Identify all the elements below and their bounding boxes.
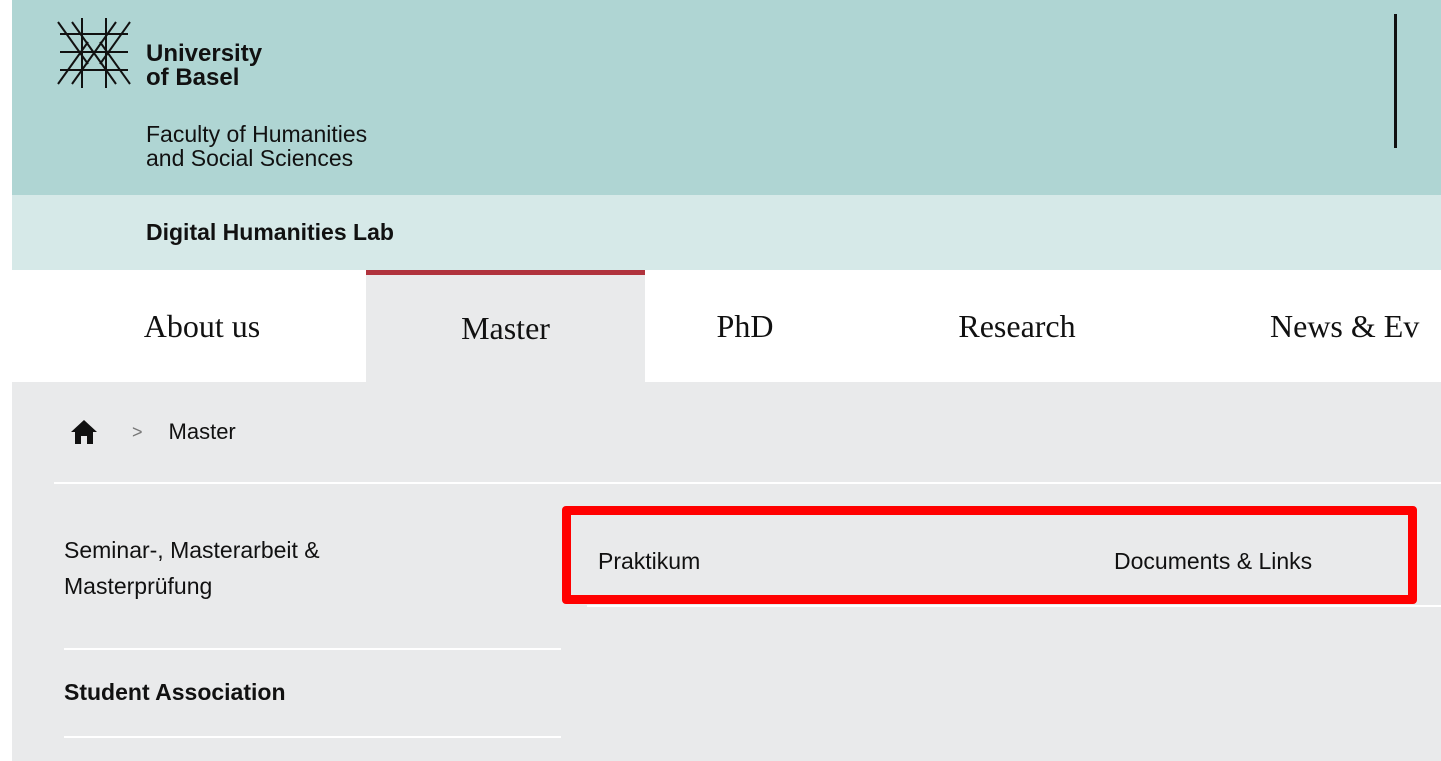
nav-item-phd[interactable]: PhD xyxy=(645,270,845,382)
page-frame: University of Basel Faculty of Humanitie… xyxy=(12,0,1441,761)
highlight-annotation-box xyxy=(562,506,1417,604)
sidebar-divider xyxy=(64,648,561,650)
university-name-line2: of Basel xyxy=(146,64,240,91)
site-header: University of Basel Faculty of Humanitie… xyxy=(12,0,1441,195)
main-navigation: About us Master PhD Research News & Ev xyxy=(12,270,1441,382)
faculty-name[interactable]: Faculty of Humanities and Social Science… xyxy=(146,122,367,170)
breadcrumb-current: Master xyxy=(168,419,236,444)
breadcrumb-separator: > xyxy=(132,421,143,442)
nav-item-research[interactable]: Research xyxy=(892,270,1142,382)
lab-name-link[interactable]: Digital Humanities Lab xyxy=(146,219,394,246)
sidebar-item-label-line1: Seminar-, Masterarbeit & xyxy=(64,537,320,563)
sidebar-item-seminar-masterarbeit[interactable]: Seminar-, Masterarbeit & Masterprüfung xyxy=(64,532,560,604)
university-logo[interactable] xyxy=(54,12,134,102)
nav-item-master[interactable]: Master xyxy=(366,270,645,382)
university-name-line1: University xyxy=(146,40,263,67)
sidebar-divider xyxy=(64,736,561,738)
home-icon[interactable] xyxy=(70,419,98,445)
subnav-divider xyxy=(587,605,1441,607)
university-name[interactable]: University of Basel xyxy=(146,42,262,90)
header-divider xyxy=(1394,14,1397,148)
nav-item-about-us[interactable]: About us xyxy=(70,270,334,382)
main-content: > Master Seminar-, Masterarbeit & Master… xyxy=(12,382,1441,761)
sidebar-item-label-line2: Masterprüfung xyxy=(64,573,213,599)
sidebar-item-student-association[interactable]: Student Association xyxy=(64,674,560,710)
breadcrumb: > Master xyxy=(70,412,236,452)
faculty-name-line2: and Social Sciences xyxy=(146,145,354,171)
nav-item-news-events[interactable]: News & Ev xyxy=(1240,270,1441,382)
lab-header: Digital Humanities Lab xyxy=(12,195,1441,270)
faculty-name-line1: Faculty of Humanities xyxy=(146,121,368,147)
breadcrumb-divider xyxy=(54,482,1441,484)
